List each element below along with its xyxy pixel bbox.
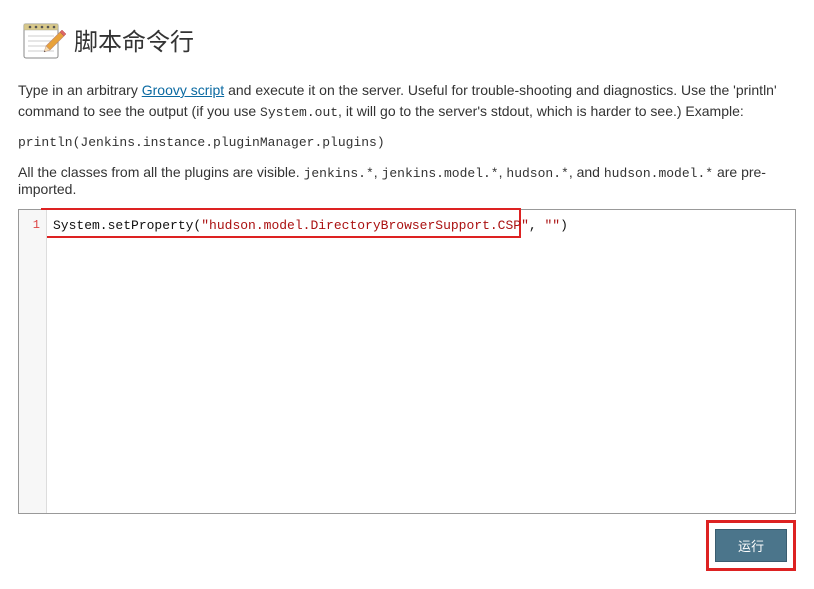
notepad-icon [18,18,66,60]
imp-c1: , [374,164,382,180]
code-prefix: System.setProperty( [53,218,201,233]
desc-mono: System.out [260,105,338,120]
code-suffix: ) [560,218,568,233]
imports-description: All the classes from all the plugins are… [18,164,796,197]
desc-prefix: Type in an arbitrary [18,82,142,98]
code-mid: , [529,218,545,233]
desc-suffix: , it will go to the server's stdout, whi… [338,103,744,119]
imp-pkg3: hudson.* [506,166,568,181]
imp-pkg2: jenkins.model.* [382,166,499,181]
example-code: println(Jenkins.instance.pluginManager.p… [18,135,796,150]
code-content[interactable]: System.setProperty("hudson.model.Directo… [47,210,795,513]
groovy-link[interactable]: Groovy script [142,82,224,98]
imp-pkg1: jenkins.* [304,166,374,181]
imp-c3: , and [569,164,604,180]
imp-prefix: All the classes from all the plugins are… [18,164,304,180]
line-number: 1 [19,218,46,232]
code-string-2: "" [545,218,561,233]
script-editor[interactable]: 1 System.setProperty("hudson.model.Direc… [18,209,796,514]
code-string-1: "hudson.model.DirectoryBrowserSupport.CS… [201,218,529,233]
run-button-highlight: 运行 [706,520,796,571]
description-text: Type in an arbitrary Groovy script and e… [18,80,796,123]
page-header: 脚本命令行 [18,18,796,60]
imp-pkg4: hudson.model.* [604,166,713,181]
editor-gutter: 1 [19,210,47,513]
page-title: 脚本命令行 [74,22,194,57]
run-button[interactable]: 运行 [715,529,787,562]
button-row: 运行 [18,520,796,571]
